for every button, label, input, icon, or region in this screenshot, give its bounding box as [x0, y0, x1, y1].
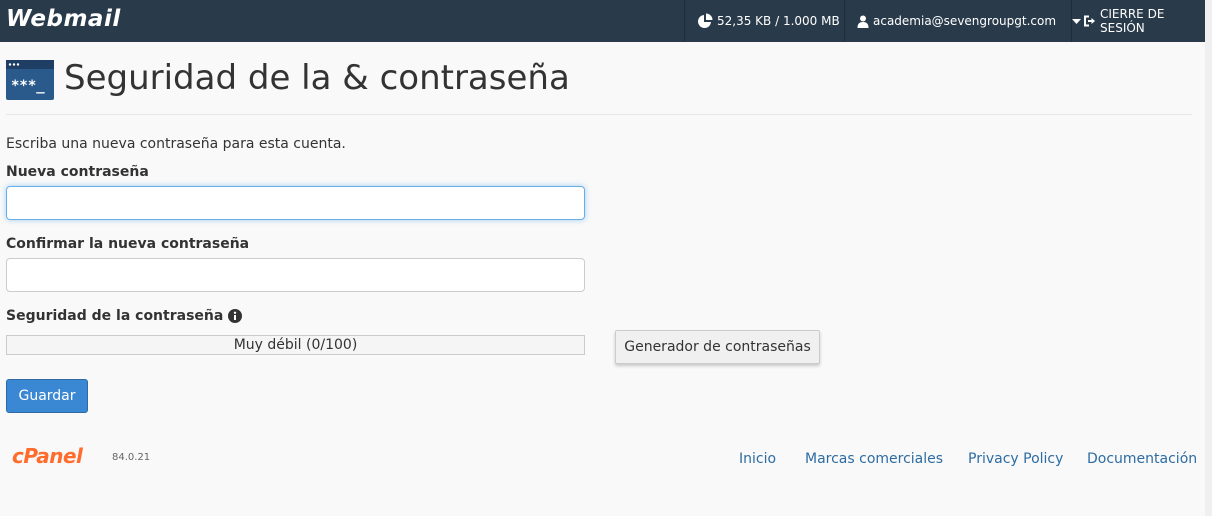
- quota-text: 52,35 KB / 1.000 MB: [717, 14, 840, 28]
- new-password-input[interactable]: [6, 186, 585, 220]
- logout-label: CIERRE DE SESIÓN: [1100, 7, 1165, 35]
- password-strength-label: Seguridad de la contraseña: [6, 308, 224, 324]
- user-menu[interactable]: academia@sevengroupgt.com: [844, 0, 1082, 42]
- page-title: Seguridad de la & contraseña: [64, 58, 570, 98]
- footer-link-inicio[interactable]: Inicio: [739, 450, 776, 468]
- svg-text:***_: ***_: [11, 78, 45, 94]
- save-button[interactable]: Guardar: [6, 379, 88, 413]
- disk-quota-indicator: 52,35 KB / 1.000 MB: [684, 0, 844, 42]
- strength-meter-text: Muy débil (0/100): [233, 337, 358, 353]
- pie-chart-icon: [698, 13, 713, 28]
- password-strength-meter: Muy débil (0/100): [6, 335, 585, 355]
- user-email: academia@sevengroupgt.com: [873, 14, 1057, 28]
- password-generator-button[interactable]: Generador de contraseñas: [615, 330, 820, 364]
- intro-text: Escriba una nueva contraseña para esta c…: [6, 136, 346, 152]
- sign-out-icon: [1084, 15, 1095, 27]
- footer-link-trademarks[interactable]: Marcas comerciales: [805, 450, 943, 468]
- cpanel-logo[interactable]: cPanel: [12, 443, 83, 469]
- confirm-password-input[interactable]: [6, 258, 585, 292]
- footer-link-privacy-policy[interactable]: Privacy Policy: [968, 450, 1063, 468]
- password-window-icon: ***_: [6, 60, 54, 100]
- header-divider: [6, 114, 1192, 115]
- webmail-logo[interactable]: Webmail: [6, 4, 121, 34]
- footer-link-documentation[interactable]: Documentación: [1087, 450, 1197, 468]
- user-icon: [857, 15, 869, 28]
- info-circle-icon[interactable]: [228, 309, 243, 323]
- confirm-password-label: Confirmar la nueva contraseña: [6, 236, 250, 252]
- password-strength-heading: Seguridad de la contraseña: [6, 307, 243, 325]
- new-password-label: Nueva contraseña: [6, 164, 149, 180]
- scrollbar-track: [1205, 0, 1212, 516]
- top-navigation-bar: Webmail 52,35 KB / 1.000 MB academia@sev…: [0, 0, 1205, 42]
- logout-link[interactable]: CIERRE DE SESIÓN: [1071, 0, 1205, 42]
- cpanel-version: 84.0.21: [112, 452, 151, 463]
